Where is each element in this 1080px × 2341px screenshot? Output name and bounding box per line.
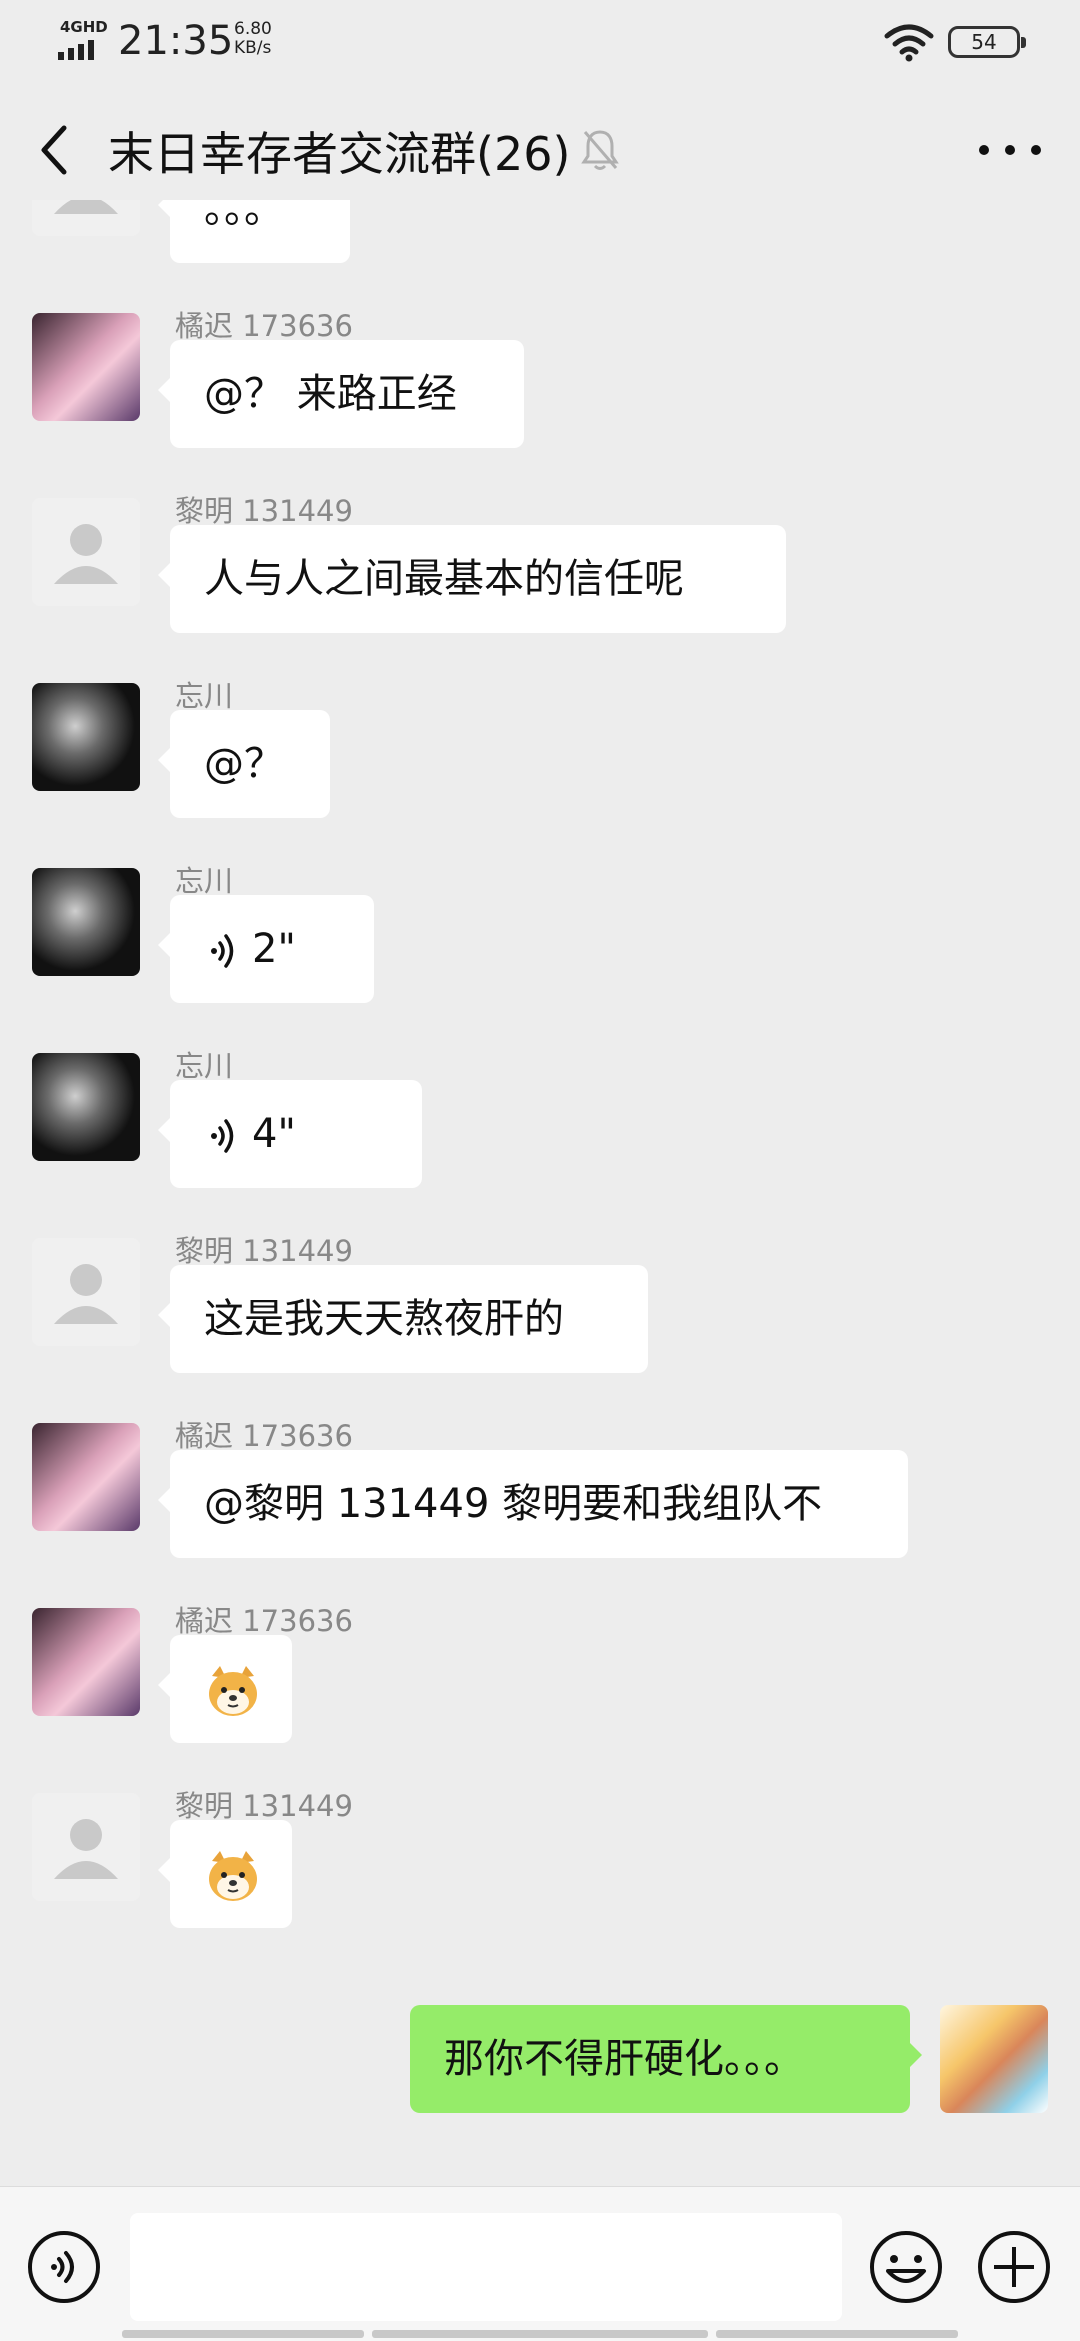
avatar[interactable] xyxy=(32,1238,140,1346)
message-text: @？ xyxy=(204,741,284,787)
battery-icon: 54 xyxy=(948,26,1026,58)
message-text: 这是我天天熬夜肝的 xyxy=(204,1296,564,1342)
sender-name: 黎明 131449 xyxy=(175,1789,353,1823)
more-dots-icon[interactable] xyxy=(970,120,1050,180)
message-bubble[interactable]: @黎明 131449 黎明要和我组队不 xyxy=(158,1450,908,1558)
network-speed: 6.80 KB/s xyxy=(234,20,272,58)
network-speed-unit: KB/s xyxy=(234,38,272,58)
emoji-icon[interactable] xyxy=(868,2229,944,2305)
mute-bell-icon xyxy=(581,130,619,170)
input-bar xyxy=(0,2186,1080,2341)
message-text: 人与人之间最基本的信任呢 xyxy=(204,556,684,602)
sender-name: 忘川 xyxy=(175,679,234,713)
sender-name: 黎明 131449 xyxy=(175,494,353,528)
nav-hint-bar xyxy=(372,2330,708,2338)
sender-name: 黎明 131449 xyxy=(175,1234,353,1268)
voice-duration: 2" xyxy=(252,926,296,972)
avatar[interactable] xyxy=(32,868,140,976)
voice-wave-icon xyxy=(211,934,234,968)
avatar[interactable] xyxy=(32,1793,140,1901)
nav-hint-bar xyxy=(716,2330,958,2338)
message-text: @？ 来路正经 xyxy=(204,371,457,417)
sender-name: 橘迟 173636 xyxy=(175,1604,353,1638)
network-speed-value: 6.80 xyxy=(234,19,272,39)
network-type: 4GHD xyxy=(60,18,108,36)
doge-sticker-icon xyxy=(209,1666,257,1716)
sender-name: 橘迟 173636 xyxy=(175,1419,353,1453)
message-list[interactable]: 黎明 131449 。。。橘迟 173636 @？ 来路正经黎明 131449 人与人… xyxy=(0,200,1080,2190)
sticker-message-bubble[interactable] xyxy=(158,1635,292,1743)
message-text: 那你不得肝硬化。。。 xyxy=(444,2036,804,2082)
avatar[interactable] xyxy=(32,313,140,421)
voice-message-bubble[interactable]: 2" xyxy=(158,895,374,1003)
message-input[interactable] xyxy=(130,2213,842,2321)
message-bubble[interactable]: 人与人之间最基本的信任呢 xyxy=(158,525,786,633)
avatar[interactable] xyxy=(32,683,140,791)
sender-name: 忘川 xyxy=(175,864,234,898)
message-text: 。。。 xyxy=(204,200,284,232)
cellular-signal-icon: 4GHD xyxy=(58,18,110,62)
status-bar: 4GHD 21:35 6.80 KB/s 54 xyxy=(0,0,1080,80)
plus-icon[interactable] xyxy=(976,2229,1052,2305)
status-time: 21:35 xyxy=(118,18,234,64)
chat-header: 末日幸存者交流群(26) xyxy=(0,100,1080,200)
voice-message-bubble[interactable]: 4" xyxy=(158,1080,422,1188)
avatar[interactable] xyxy=(940,2005,1048,2113)
message-bubble[interactable]: 那你不得肝硬化。。。 xyxy=(410,2005,922,2113)
battery-level: 54 xyxy=(971,30,997,54)
voice-toggle-icon[interactable] xyxy=(26,2229,102,2305)
sender-name: 忘川 xyxy=(175,1049,234,1083)
message-bubble[interactable]: @？ xyxy=(158,710,330,818)
message-bubble[interactable]: 。。。 xyxy=(158,200,350,263)
message-text: @黎明 131449 黎明要和我组队不 xyxy=(204,1481,823,1527)
message-bubble[interactable]: @？ 来路正经 xyxy=(158,340,524,448)
back-arrow-icon[interactable] xyxy=(34,122,74,178)
voice-duration: 4" xyxy=(252,1111,296,1157)
avatar[interactable] xyxy=(32,1423,140,1531)
avatar[interactable] xyxy=(32,1053,140,1161)
avatar[interactable] xyxy=(32,498,140,606)
sticker-message-bubble[interactable] xyxy=(158,1820,292,1928)
avatar[interactable] xyxy=(32,200,140,236)
doge-sticker-icon xyxy=(209,1851,257,1901)
message-bubble[interactable]: 这是我天天熬夜肝的 xyxy=(158,1265,648,1373)
sender-name: 橘迟 173636 xyxy=(175,309,353,343)
wifi-icon xyxy=(884,24,934,62)
chat-title: 末日幸存者交流群(26) xyxy=(108,127,571,181)
voice-wave-icon xyxy=(211,1119,234,1153)
nav-hint-bar xyxy=(122,2330,364,2338)
avatar[interactable] xyxy=(32,1608,140,1716)
